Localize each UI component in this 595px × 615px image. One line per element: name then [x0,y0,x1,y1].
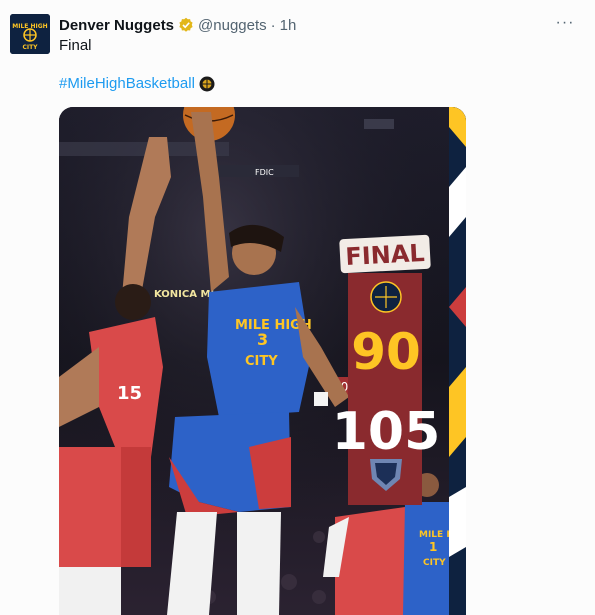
tweet: MILE HIGH CITY Denver Nuggets @nuggets ·… [0,0,595,615]
final-badge: FINAL [339,234,431,274]
nuggets-logo-icon: MILE HIGH CITY [10,14,50,54]
tweet-text: Final [59,37,92,54]
verified-gold-badge-icon[interactable] [178,17,194,33]
broadcast-logo [364,119,394,129]
separator-dot: · [270,16,276,34]
background-jersey-number: 1 [429,540,437,554]
hashtag-link[interactable]: #MileHighBasketball [59,75,195,92]
final-score-graphic: FDIC KONICA MI 30 15 [59,107,466,615]
more-dots-icon[interactable]: ··· [553,14,577,36]
nuggets-jersey-city: CITY [245,354,278,369]
tweet-timestamp[interactable]: 1h [280,17,297,34]
hashtag-row: #MileHighBasketball [59,75,215,92]
tweet-media-image[interactable]: FDIC KONICA MI 30 15 [59,107,466,615]
avatar-logo-city: CITY [22,44,38,51]
tweet-header: Denver Nuggets @nuggets · 1h [59,14,296,36]
grizzlies-jersey-number: 15 [117,383,142,404]
svg-text:CITY: CITY [423,558,446,568]
avatar[interactable]: MILE HIGH CITY [10,14,50,54]
grizzlies-score: 105 [332,402,441,462]
nuggets-score: 90 [351,323,421,381]
arena-sign-fdic: FDIC [255,168,274,177]
nuggets-hashflag-icon [199,76,215,92]
author-name[interactable]: Denver Nuggets [59,17,174,34]
final-label: FINAL [345,239,426,271]
right-stripe [449,107,466,615]
author-handle[interactable]: @nuggets [198,17,267,34]
arena-banner [209,165,299,177]
nuggets-jersey-number: 3 [257,330,268,349]
arena-sign-konica: KONICA MI [154,289,214,300]
